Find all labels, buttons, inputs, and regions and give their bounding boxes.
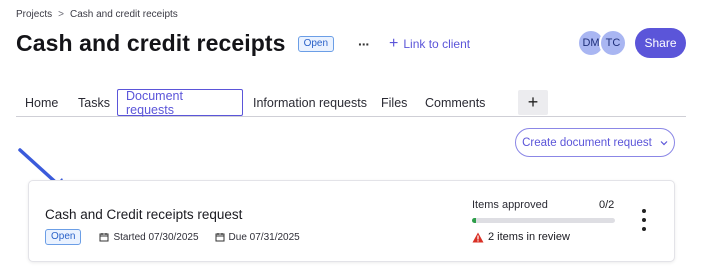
breadcrumb-separator: > (58, 9, 64, 20)
avatar[interactable]: TC (599, 29, 627, 57)
request-title[interactable]: Cash and Credit receipts request (45, 207, 242, 222)
tab-document-requests[interactable]: Document requests (117, 89, 243, 117)
avatar-group: DM TC (577, 29, 627, 57)
link-to-client-label: Link to client (403, 36, 471, 51)
breadcrumb: Projects > Cash and credit receipts (16, 9, 178, 20)
tab-bar: Home Tasks Document requests Information… (16, 89, 686, 117)
plus-icon: + (389, 34, 399, 52)
items-approved-count: 0/2 (599, 199, 615, 211)
plus-icon: + (527, 92, 539, 112)
create-document-request-label: Create document request (522, 136, 652, 149)
share-button[interactable]: Share (635, 28, 686, 58)
link-to-client-button[interactable]: + Link to client (389, 34, 471, 52)
review-status-text: 2 items in review (488, 231, 570, 243)
breadcrumb-current: Cash and credit receipts (69, 9, 178, 20)
approval-progress-fill (472, 218, 477, 223)
status-badge: Open (45, 229, 82, 245)
tab-information-requests[interactable]: Information requests (253, 89, 367, 116)
tab-tasks[interactable]: Tasks (78, 89, 110, 116)
warning-icon (472, 232, 484, 242)
due-date-text: Due 07/31/2025 (228, 231, 300, 243)
document-request-card[interactable]: Cash and Credit receipts request Open St… (28, 180, 675, 262)
chevron-down-icon (660, 140, 668, 145)
approval-progress-bar (472, 218, 615, 223)
status-badge: Open (297, 35, 335, 52)
started-date-text: Started 07/30/2025 (113, 231, 199, 243)
page-title: Cash and credit receipts (16, 30, 286, 56)
review-status: 2 items in review (472, 231, 570, 243)
due-date: Due 07/31/2025 (215, 232, 300, 243)
add-tab-button[interactable]: + (518, 90, 548, 115)
calendar-icon (99, 233, 109, 242)
calendar-icon (215, 233, 225, 242)
title-row: Cash and credit receipts Open ··· + Link… (16, 30, 470, 57)
create-document-request-button[interactable]: Create document request (515, 128, 675, 157)
tab-comments[interactable]: Comments (425, 89, 485, 116)
more-options-button[interactable]: ··· (358, 36, 370, 52)
request-meta: Open Started 07/30/2025 Due 07/31/2025 (45, 229, 316, 245)
breadcrumb-projects-link[interactable]: Projects (16, 9, 52, 20)
items-approved-label: Items approved (472, 199, 548, 211)
kebab-menu-icon[interactable] (637, 209, 651, 231)
tab-files[interactable]: Files (381, 89, 407, 116)
started-date: Started 07/30/2025 (99, 231, 199, 243)
tab-home[interactable]: Home (25, 89, 58, 116)
